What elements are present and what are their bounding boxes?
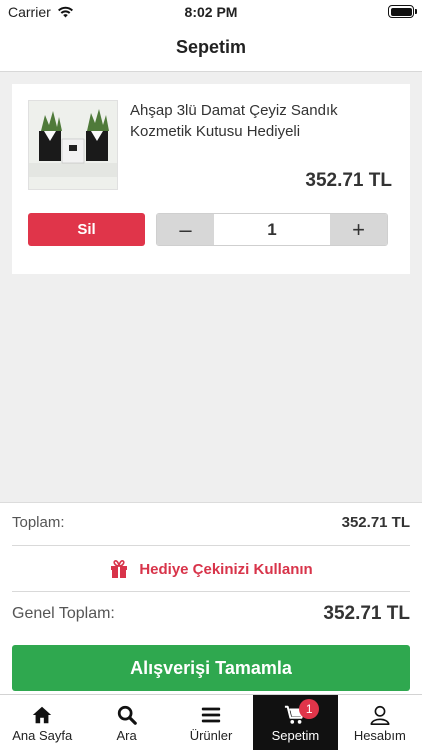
grand-total-value: 352.71 TL	[323, 603, 410, 624]
divider	[12, 591, 410, 592]
tab-label: Ürünler	[189, 728, 233, 743]
checkout-button[interactable]: Alışverişi Tamamla	[12, 645, 410, 691]
grand-total-row: Genel Toplam: 352.71 TL	[12, 603, 410, 625]
cart-count-badge: 1	[299, 699, 320, 719]
page-title: Sepetim	[175, 37, 247, 57]
grand-total-label: Genel Toplam:	[12, 605, 115, 622]
status-time: 8:02 PM	[184, 4, 238, 20]
subtotal-value: 352.71 TL	[341, 514, 410, 531]
gift-icon	[111, 560, 128, 578]
delete-button[interactable]: Sil	[28, 213, 145, 246]
product-price: 352.71 TL	[305, 170, 392, 191]
gift-voucher-label: Hediye Çekinizi Kullanın	[139, 560, 313, 578]
decrease-quantity-button[interactable]: –	[157, 214, 214, 245]
quantity-value[interactable]: 1	[214, 214, 330, 245]
navigation-bar: Sepetim	[0, 24, 422, 72]
home-icon	[33, 706, 52, 724]
tab-cart[interactable]: 1 Sepetim	[253, 695, 338, 750]
quantity-stepper: – 1 +	[156, 213, 388, 246]
tab-account[interactable]: Hesabım	[338, 695, 422, 750]
user-icon	[370, 705, 390, 725]
tab-search[interactable]: Ara	[84, 695, 168, 750]
increase-quantity-button[interactable]: +	[330, 214, 387, 245]
product-image[interactable]	[28, 100, 118, 190]
tab-bar: Ana Sayfa Ara Ürünler 1 Sepetim Hesabım	[0, 694, 422, 750]
subtotal-label: Toplam:	[12, 514, 65, 531]
tab-label: Sepetim	[271, 728, 320, 743]
gift-voucher-button[interactable]: Hediye Çekinizi Kullanın	[0, 560, 422, 578]
tab-label: Hesabım	[353, 728, 406, 743]
battery-icon	[388, 5, 417, 18]
tab-label: Ara	[116, 728, 137, 743]
menu-icon	[201, 707, 221, 723]
status-bar: Carrier 8:02 PM	[0, 0, 422, 24]
search-icon	[117, 705, 137, 725]
product-photo	[29, 101, 117, 189]
tab-home[interactable]: Ana Sayfa	[0, 695, 84, 750]
cart-item-card: Ahşap 3lü Damat Çeyiz Sandık Kozmetik Ku…	[12, 84, 410, 274]
product-name[interactable]: Ahşap 3lü Damat Çeyiz Sandık Kozmetik Ku…	[130, 100, 380, 142]
divider	[12, 545, 410, 546]
subtotal-row: Toplam: 352.71 TL	[12, 514, 410, 531]
tab-products[interactable]: Ürünler	[169, 695, 253, 750]
order-summary: Toplam: 352.71 TL Hediye Çekinizi Kullan…	[0, 502, 422, 694]
tab-label: Ana Sayfa	[12, 728, 73, 743]
